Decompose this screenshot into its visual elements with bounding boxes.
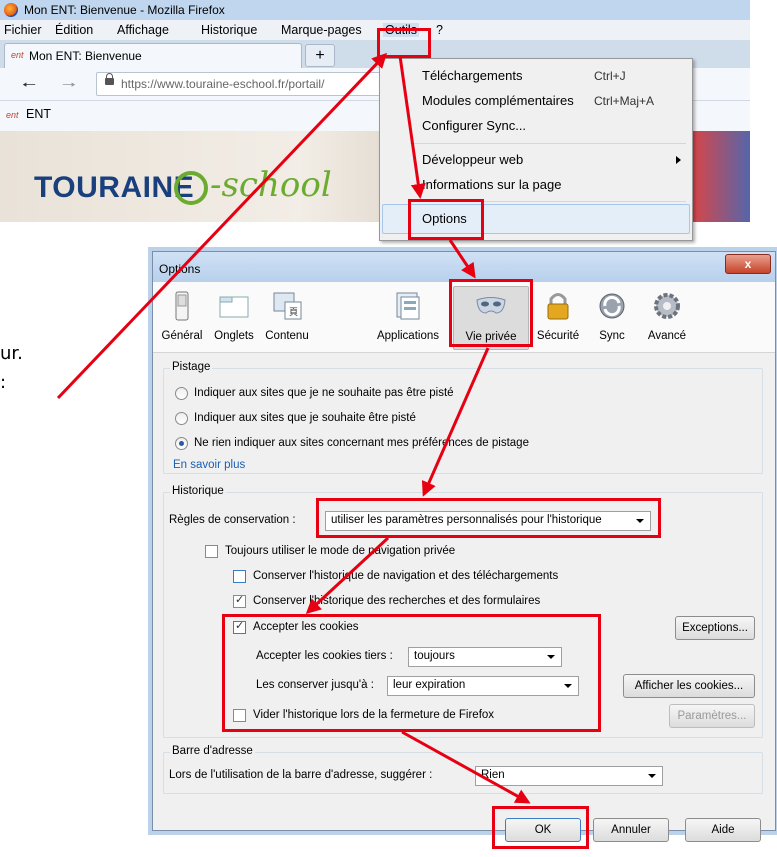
annotation-arrows [56,52,531,804]
arrow-to-cookies [305,536,390,615]
arrow-to-outils [56,52,388,400]
arrow-to-privacy-tab [448,239,476,279]
arrow-to-options [398,55,426,199]
arrow-to-ok [401,730,531,804]
arrow-to-rules [421,347,490,497]
